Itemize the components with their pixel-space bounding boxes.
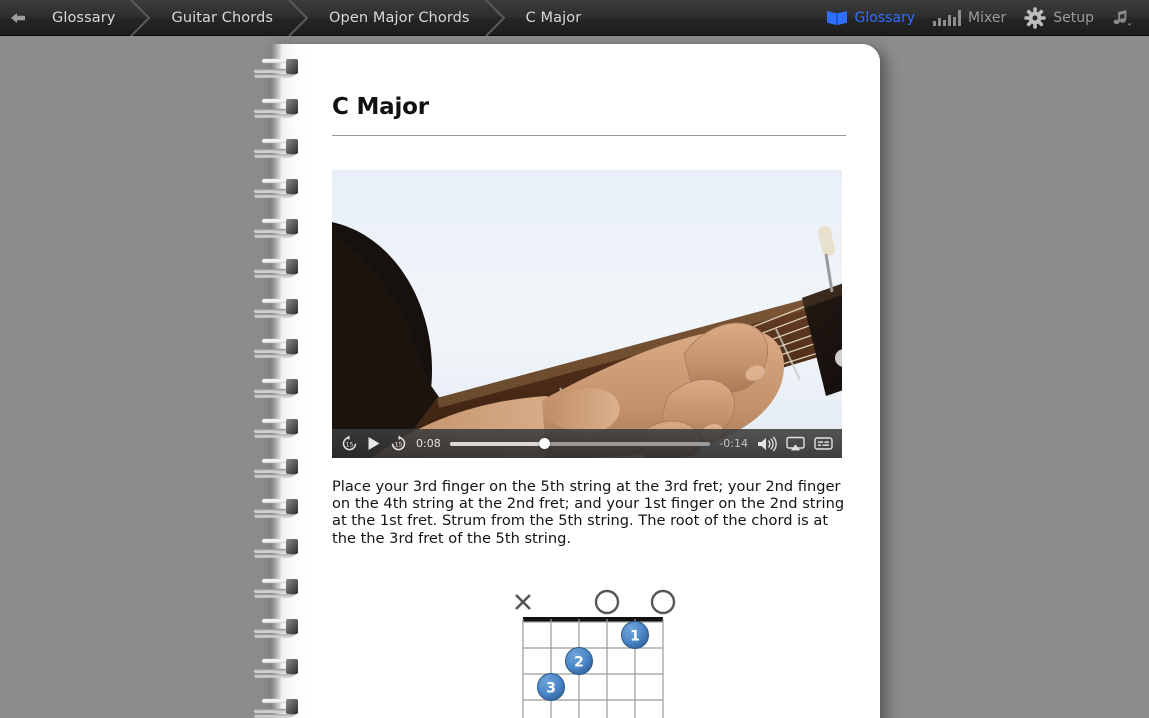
skip-back-15-button[interactable]: 15 [341, 435, 358, 452]
mixer-bars-icon [933, 9, 962, 26]
svg-text:1: 1 [630, 628, 640, 644]
glossary-label: Glossary [854, 9, 916, 26]
nut [523, 616, 663, 622]
gear-icon [1024, 6, 1046, 29]
open-string-marker-1 [650, 589, 676, 615]
video-still-image [332, 170, 842, 458]
subtitles-button[interactable] [814, 436, 833, 451]
finger-marker-3: 3 [537, 672, 565, 701]
page-content: C Major 15 15 0:08 -0:14 Place your 3rd … [332, 94, 846, 718]
volume-button[interactable] [757, 436, 777, 452]
page-title: C Major [332, 94, 429, 120]
scrubber-knob[interactable] [538, 438, 550, 449]
toolbar-actions: Glossary Mixer Setup [817, 0, 1149, 35]
top-toolbar: Glossary Guitar Chords Open Major Chords… [0, 0, 1149, 36]
chord-diagram-svg: 1 2 3 [515, 589, 676, 718]
string-markers [515, 589, 676, 615]
finger-markers: 1 2 3 [537, 620, 649, 701]
play-button[interactable] [367, 436, 381, 451]
remaining-time: -0:14 [719, 437, 748, 450]
title-divider [332, 135, 846, 136]
breadcrumb-item-guitar-chords[interactable]: Guitar Chords [155, 0, 287, 35]
current-time: 0:08 [416, 437, 441, 450]
breadcrumb: Glossary Guitar Chords Open Major Chords… [36, 0, 596, 36]
progress-scrubber[interactable] [449, 435, 711, 453]
svg-text:2: 2 [574, 654, 584, 670]
muted-string-marker-6 [515, 593, 531, 610]
video-controls: 15 15 0:08 -0:14 [332, 429, 842, 458]
book-icon [826, 11, 847, 25]
svg-text:15: 15 [346, 442, 354, 449]
video-player[interactable]: 15 15 0:08 -0:14 [332, 170, 842, 458]
airplay-button[interactable] [786, 436, 805, 452]
app-window: Glossary Guitar Chords Open Major Chords… [0, 0, 1149, 718]
svg-text:3: 3 [546, 680, 556, 696]
open-string-marker-3 [594, 589, 620, 615]
svg-text:15: 15 [395, 442, 403, 449]
breadcrumb-separator [287, 0, 313, 36]
breadcrumb-item-c-major[interactable]: C Major [510, 0, 596, 35]
music-note-icon [1113, 9, 1132, 26]
mixer-label: Mixer [968, 9, 1007, 26]
notebook-spine [270, 44, 282, 718]
notebook-page: C Major 15 15 0:08 -0:14 Place your 3rd … [282, 44, 880, 718]
scrubber-fill [449, 441, 544, 446]
music-menu-button[interactable] [1103, 0, 1141, 35]
glossary-button[interactable]: Glossary [817, 0, 925, 35]
breadcrumb-separator [484, 0, 510, 36]
finger-marker-2: 2 [565, 646, 593, 675]
mixer-button[interactable]: Mixer [924, 0, 1015, 35]
chord-diagram: 1 2 3 [332, 581, 846, 718]
finger-marker-1: 1 [621, 620, 649, 649]
back-arrow-icon [11, 12, 25, 23]
setup-button[interactable]: Setup [1015, 0, 1103, 35]
breadcrumb-item-open-major-chords[interactable]: Open Major Chords [313, 0, 484, 35]
breadcrumb-item-glossary[interactable]: Glossary [36, 0, 129, 35]
chord-description: Place your 3rd finger on the 5th string … [332, 478, 845, 547]
skip-forward-15-button[interactable]: 15 [390, 435, 407, 452]
back-button[interactable] [0, 0, 36, 35]
setup-label: Setup [1053, 9, 1094, 26]
breadcrumb-separator [129, 0, 155, 36]
